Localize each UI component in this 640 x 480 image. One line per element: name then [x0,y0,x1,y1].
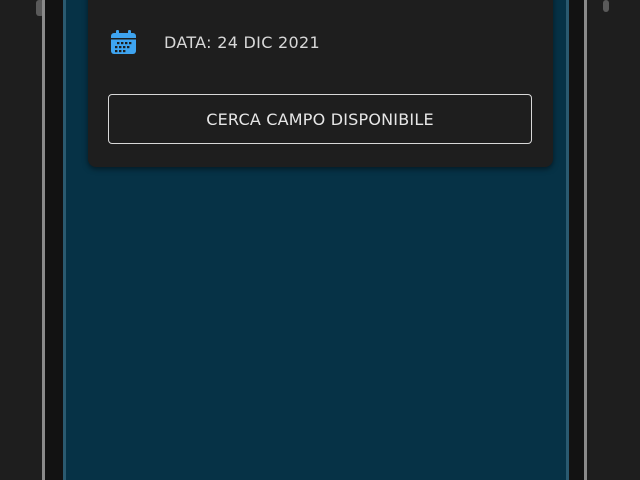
search-available-field-button[interactable]: CERCA CAMPO DISPONIBILE [108,94,532,144]
booking-card: DATA: 24 DIC 2021 CERCA CAMPO DISPONIBIL… [88,0,553,167]
calendar-icon [110,29,137,55]
app-screen: DATA: 24 DIC 2021 CERCA CAMPO DISPONIBIL… [66,0,566,480]
date-label: DATA: 24 DIC 2021 [164,32,320,52]
date-row[interactable]: DATA: 24 DIC 2021 [110,28,320,56]
device-frame: DATA: 24 DIC 2021 CERCA CAMPO DISPONIBIL… [0,0,640,480]
device-side-button [603,0,609,12]
screen-edge [566,0,569,480]
device-rail [584,0,587,480]
